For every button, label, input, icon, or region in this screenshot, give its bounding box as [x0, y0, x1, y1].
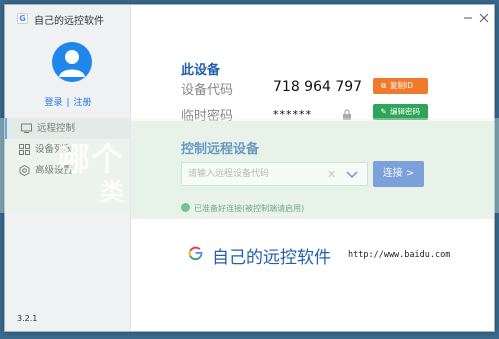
chevron-down-icon[interactable] [343, 165, 361, 183]
monitor-icon [21, 123, 32, 133]
temp-password-value: ****** [273, 108, 312, 121]
status-text: 已准备好连接(被控制端请启用) [194, 204, 305, 213]
copy-id-button[interactable]: ⧉ 复制ID [373, 78, 428, 94]
brand-name: 自己的远控软件 [212, 248, 331, 268]
close-icon[interactable] [476, 10, 492, 26]
title-bar: G 自己的远控软件 [5, 5, 494, 31]
version-label: 3.2.1 [17, 314, 38, 323]
device-code-value: 718 964 797 [273, 79, 363, 95]
login-link[interactable]: 登录 [44, 98, 62, 108]
auth-separator: | [66, 98, 70, 108]
register-link[interactable]: 注册 [74, 98, 92, 108]
this-device-title: 此设备 [181, 63, 221, 78]
sidebar-item-label: 远程控制 [37, 123, 76, 134]
connect-title: 控制远程设备 [181, 142, 260, 157]
brand-logo-icon [188, 246, 203, 261]
lock-icon [343, 109, 351, 120]
connect-panel: 控制远程设备 请输入远程设备代码 ✕ 连接 > 已准备好连接(被控制端请启用) [131, 121, 494, 219]
brand-url-link[interactable]: http://www.baidu.com [348, 250, 450, 260]
app-logo-icon: G [17, 13, 28, 24]
status-ok-icon [181, 203, 190, 212]
auth-links: 登录 | 注册 [5, 95, 131, 108]
grid-icon [19, 144, 30, 155]
connect-button[interactable]: 连接 > [373, 161, 424, 187]
pencil-icon: ✎ [380, 107, 387, 116]
user-icon [59, 50, 85, 77]
copy-id-label: 复制ID [390, 81, 413, 90]
copy-icon: ⧉ [380, 81, 387, 90]
avatar[interactable] [52, 42, 92, 82]
device-code-label: 设备代码 [181, 83, 234, 98]
watermark-text-small: 类 [100, 178, 124, 206]
edit-password-button[interactable]: ✎ 编辑密码 [373, 104, 428, 120]
remote-code-input[interactable]: 请输入远程设备代码 [181, 162, 368, 186]
window-title: 自己的远控软件 [34, 16, 104, 27]
clear-icon[interactable]: ✕ [327, 168, 336, 181]
main-panel: 此设备 设备代码 718 964 797 ⧉ 复制ID 临时密码 ****** ✎… [131, 31, 494, 331]
edit-password-label: 编辑密码 [390, 107, 420, 116]
connection-status: 已准备好连接(被控制端请启用) [181, 203, 304, 214]
settings-icon [19, 165, 30, 176]
minimize-icon[interactable] [460, 10, 476, 26]
